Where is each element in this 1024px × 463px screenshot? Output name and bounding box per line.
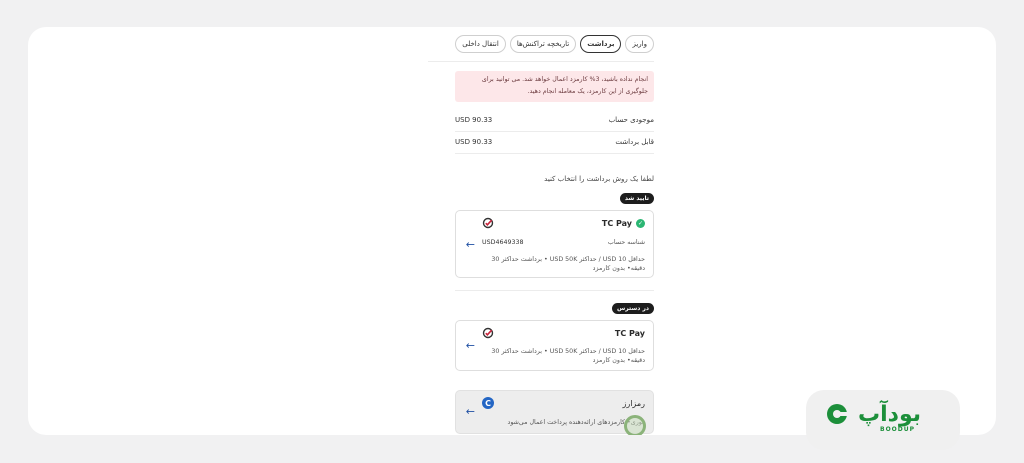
method-title-text: TC Pay [601,219,632,228]
alert-line-2: جلوگیری از این کارمزد، یک معامله انجام د… [527,88,648,95]
alert-line-1: انجام نداده باشید، 3% کارمزد اعمال خواهد… [481,76,648,83]
tab-transaction-history[interactable]: تاریخچه تراکنش‌ها [509,35,577,53]
limits-line-2: دقیقه• بدون کارمزد [592,265,645,272]
divider [455,153,654,154]
account-id-value: USD4649338 [482,239,524,246]
arrow-left-icon[interactable]: ← [465,239,475,250]
method-title: ✓ TC Pay [602,219,645,228]
method-title-text: رمزارز [622,399,645,408]
tcpay-logo-icon [482,327,494,339]
select-method-prompt: لطفا یک روش برداشت را انتخاب کنید [544,175,654,183]
crypto-coin-icon: C [482,397,494,409]
withdrawable-label: قابل برداشت [615,138,654,146]
tab-withdraw[interactable]: برداشت [580,35,622,53]
withdrawable-row: قابل برداشت USD 90.33 [455,138,654,146]
main-card: واریز برداشت تاریخچه تراکنش‌ها انتقال دا… [28,27,996,435]
limits-line-2: دقیقه• بدون کارمزد [592,357,645,364]
balance-label: موجودی حساب [608,116,654,124]
method-card-crypto[interactable]: رمزارز C ← فوری• کارمزدهای ارائه‌دهنده پ… [455,390,654,435]
divider [428,61,654,62]
withdraw-panel: واریز برداشت تاریخچه تراکنش‌ها انتقال دا… [428,27,654,435]
tcpay-logo-icon [482,217,494,229]
tab-deposit[interactable]: واریز [625,35,654,53]
tab-internal-transfer[interactable]: انتقال داخلی [455,35,506,53]
brand-logo-icon [827,404,848,424]
divider [455,290,654,291]
click-cursor-indicator [624,415,646,435]
crypto-desc: فوری• کارمزدهای ارائه‌دهنده پرداخت اعمال… [507,419,645,426]
method-card-tcpay-verified[interactable]: ✓ TC Pay شناسه حساب USD4649338 ← حداقل U… [455,210,654,278]
method-title-text: TC Pay [614,329,645,338]
method-card-tcpay-available[interactable]: TC Pay ← حداقل USD 10 / حداکثر USD 50K •… [455,320,654,371]
verified-badge: تایید شد [619,193,654,204]
balance-value: USD 90.33 [455,116,493,124]
check-circle-icon: ✓ [636,219,645,228]
brand-name: بودآپ [858,402,922,427]
arrow-left-icon[interactable]: ← [465,340,475,351]
fee-warning-alert: انجام نداده باشید، 3% کارمزد اعمال خواهد… [455,71,654,102]
balance-row: موجودی حساب USD 90.33 [455,116,654,124]
withdrawable-value: USD 90.33 [455,138,493,146]
brand-sub: BOODUP [880,426,916,433]
available-badge: در دسترس [611,303,654,314]
arrow-left-icon[interactable]: ← [465,406,475,417]
method-title: TC Pay [615,329,645,338]
tabs-bar: واریز برداشت تاریخچه تراکنش‌ها انتقال دا… [428,35,654,53]
divider [455,131,654,132]
method-title: رمزارز [622,399,645,408]
